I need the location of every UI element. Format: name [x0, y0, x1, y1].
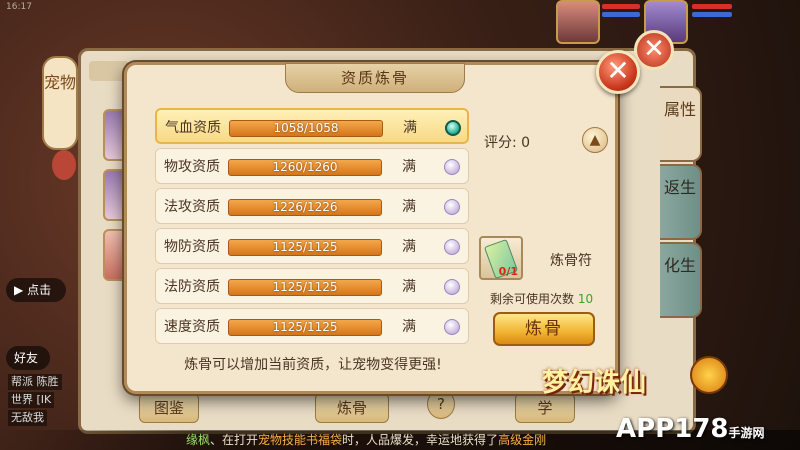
- dialog-close-button[interactable]: ✕: [596, 50, 640, 94]
- friends-chip[interactable]: 好友: [6, 346, 50, 370]
- attribute-status: 满: [403, 120, 417, 136]
- announcement-reward: 高级金刚: [498, 433, 547, 447]
- upgrade-arrow-button[interactable]: ▲: [582, 127, 608, 153]
- back-refine-button[interactable]: 炼骨: [315, 393, 389, 423]
- pet-hp-bar: [692, 4, 732, 9]
- chat-line: 世界 [IK: [8, 392, 55, 408]
- dialog-title: 资质炼骨: [340, 69, 409, 87]
- attribute-bar: 1125/1125: [228, 279, 382, 296]
- lantern-icon: [52, 150, 76, 180]
- attribute-radio[interactable]: [444, 199, 460, 215]
- pet-panel-tab[interactable]: [89, 61, 129, 81]
- attribute-bar: 1226/1226: [228, 199, 382, 216]
- pet-mp-bar: [692, 12, 732, 17]
- play-chip-label: 点击: [27, 283, 52, 297]
- publisher-logo-icon: [690, 356, 728, 394]
- watermark-suffix: 手游网: [728, 426, 765, 440]
- dialog-title-banner: 资质炼骨: [285, 63, 465, 93]
- attribute-bar: 1125/1125: [228, 319, 382, 336]
- score-display: 评分: 0: [484, 132, 530, 152]
- score-label: 评分:: [484, 135, 517, 151]
- play-chip[interactable]: ▶ 点击: [6, 278, 66, 302]
- attribute-row-speed[interactable]: 速度资质 1125/1125 满: [155, 308, 469, 344]
- attribute-name: 法防资质: [164, 279, 220, 295]
- announcement-name: 缘枫: [186, 433, 211, 447]
- status-time: 16:17: [6, 2, 32, 12]
- attribute-row-mag-def[interactable]: 法防资质 1125/1125 满: [155, 268, 469, 304]
- attribute-row-hp[interactable]: 气血资质 1058/1058 满: [155, 108, 469, 144]
- attribute-status: 满: [402, 319, 416, 335]
- play-icon: ▶: [14, 283, 24, 297]
- pet-panel-close-button[interactable]: ✕: [634, 30, 674, 70]
- item-count: 0/1: [498, 265, 518, 278]
- item-name: 炼骨符: [550, 253, 592, 269]
- attribute-radio[interactable]: [444, 319, 460, 335]
- site-watermark: APP178手游网: [616, 414, 765, 444]
- remaining-value: 10: [577, 292, 594, 306]
- attribute-bar: 1058/1058: [229, 120, 383, 137]
- refine-item-slot[interactable]: 0/1: [479, 236, 523, 280]
- tab-transform-label: 化生: [663, 256, 696, 275]
- attribute-bar: 1260/1260: [228, 159, 382, 176]
- attribute-radio[interactable]: [444, 159, 460, 175]
- announcement-item: 宠物技能书福袋: [258, 433, 343, 447]
- game-logo: 梦幻诛仙: [542, 368, 647, 398]
- watermark-site: APP178: [616, 414, 729, 444]
- attribute-name: 物防资质: [164, 239, 220, 255]
- illustration-button[interactable]: 图鉴: [139, 393, 199, 423]
- attribute-status: 满: [402, 239, 416, 255]
- chat-line: 无敌我: [8, 410, 47, 426]
- remaining-uses: 剩余可使用次数 10: [490, 290, 593, 307]
- attribute-name: 物攻资质: [164, 159, 220, 175]
- arrow-up-icon: ▲: [589, 132, 601, 148]
- attribute-status: 满: [402, 279, 416, 295]
- friends-label: 好友: [14, 351, 39, 365]
- tab-rebirth[interactable]: 返生: [660, 164, 702, 240]
- attribute-row-phys-atk[interactable]: 物攻资质 1260/1260 满: [155, 148, 469, 184]
- tab-attributes-label: 属性: [663, 100, 696, 119]
- refine-hint: 炼骨可以增加当前资质，让宠物变得更强!: [184, 357, 442, 373]
- attribute-name: 速度资质: [164, 319, 220, 335]
- attribute-status: 满: [402, 199, 416, 215]
- score-value: 0: [521, 135, 531, 151]
- player-avatar[interactable]: [556, 0, 600, 44]
- attribute-name: 法攻资质: [164, 199, 220, 215]
- attribute-name: 气血资质: [165, 120, 221, 136]
- mp-bar: [602, 12, 640, 17]
- hp-bar: [602, 4, 640, 9]
- tab-attributes[interactable]: 属性: [660, 86, 702, 162]
- pet-side-tab-label: 宠物: [44, 73, 77, 92]
- attribute-radio[interactable]: [444, 239, 460, 255]
- attribute-radio[interactable]: [445, 120, 461, 136]
- refine-button[interactable]: 炼骨: [493, 312, 595, 346]
- attribute-radio[interactable]: [444, 279, 460, 295]
- remaining-label: 剩余可使用次数: [490, 292, 575, 306]
- announcement-text: 、在打开: [210, 433, 259, 447]
- tab-rebirth-label: 返生: [663, 178, 696, 197]
- attribute-row-phys-def[interactable]: 物防资质 1125/1125 满: [155, 228, 469, 264]
- pet-side-tab[interactable]: 宠物: [42, 56, 78, 150]
- attribute-bar: 1125/1125: [228, 239, 382, 256]
- attribute-row-mag-atk[interactable]: 法攻资质 1226/1226 满: [155, 188, 469, 224]
- chat-line: 帮派 陈胜: [8, 374, 62, 390]
- announcement-text: 时，人品爆发，幸运地获得了: [342, 433, 499, 447]
- attribute-status: 满: [402, 159, 416, 175]
- tab-transform[interactable]: 化生: [660, 242, 702, 318]
